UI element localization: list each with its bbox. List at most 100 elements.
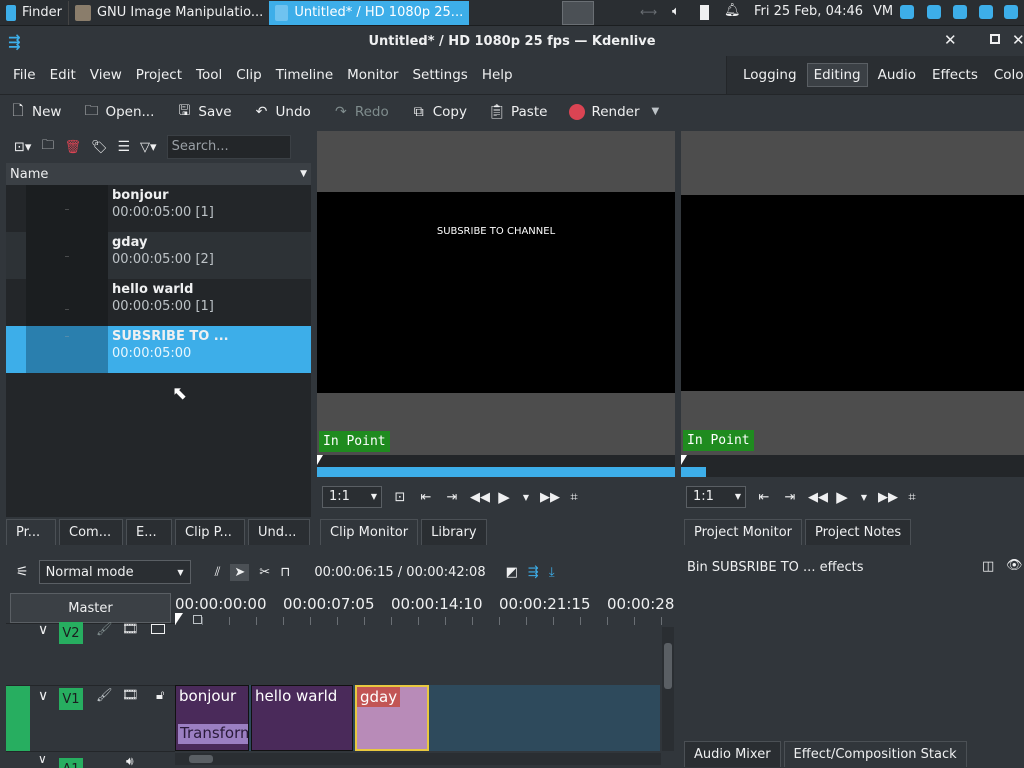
- add-clip-icon[interactable]: ⊡▾: [14, 140, 31, 155]
- play-icon[interactable]: ▶: [496, 488, 512, 506]
- tab-clip-properties[interactable]: Clip P...: [175, 519, 245, 545]
- slip-tool-icon[interactable]: ⊓: [280, 565, 290, 580]
- close-icon[interactable]: ✕: [944, 31, 957, 49]
- film-icon[interactable]: 🎞︎: [122, 622, 139, 637]
- delete-icon[interactable]: 🗑︎: [64, 140, 81, 155]
- bin-clip-row[interactable]: ― bonjour 00:00:05:00 [1]: [6, 185, 311, 232]
- fit-zoom-icon[interactable]: ◩: [506, 565, 518, 580]
- track-name[interactable]: A1: [59, 758, 83, 768]
- effect-label[interactable]: Transform: [178, 724, 248, 744]
- tray-gear-icon[interactable]: [927, 5, 941, 19]
- tab-library[interactable]: Library: [421, 519, 487, 545]
- new-button[interactable]: 🗋 New: [10, 103, 61, 120]
- clock[interactable]: Fri 25 Feb, 04:46: [754, 4, 863, 19]
- layout-audio[interactable]: Audio: [872, 64, 922, 86]
- clip-monitor[interactable]: SUBSRIBE TO CHANNEL In Point: [317, 131, 675, 455]
- project-monitor[interactable]: In Point: [681, 131, 1024, 455]
- speaker-icon[interactable]: 🔊︎: [126, 754, 134, 768]
- menu-edit[interactable]: Edit: [43, 67, 83, 83]
- timeline-ruler[interactable]: 00:00:00:00 00:00:07:05 00:00:14:10 00:0…: [175, 593, 675, 627]
- notification-bell-icon[interactable]: 🔔︎: [724, 3, 741, 18]
- list-view-icon[interactable]: ☰: [117, 139, 130, 155]
- tab-clip-monitor[interactable]: Clip Monitor: [320, 519, 419, 545]
- rewind-icon[interactable]: ◀◀: [470, 490, 490, 505]
- copy-button[interactable]: ⧉ Copy: [411, 104, 467, 120]
- clip-zoom-select[interactable]: 1:1 ▼: [322, 486, 382, 508]
- tab-effect-composition-stack[interactable]: Effect/Composition Stack: [783, 741, 967, 767]
- project-monitor-ruler[interactable]: [681, 455, 1024, 477]
- render-button[interactable]: Render: [569, 103, 640, 120]
- render-menu-arrow-icon[interactable]: ▼: [652, 106, 660, 117]
- layout-logging[interactable]: Logging: [737, 64, 803, 86]
- open-button[interactable]: 🗀 Open...: [83, 103, 154, 120]
- tab-project-monitor[interactable]: Project Monitor: [684, 519, 803, 545]
- layout-effects[interactable]: Effects: [926, 64, 984, 86]
- task-finder[interactable]: Finder: [0, 1, 68, 25]
- track-name[interactable]: V2: [59, 622, 83, 644]
- set-in-icon[interactable]: ⇤: [756, 490, 772, 505]
- set-out-icon[interactable]: ⇥: [444, 490, 460, 505]
- track-area-v1[interactable]: bonjour Transform hello warld gday: [175, 685, 660, 751]
- desktop-pager[interactable]: [562, 1, 594, 25]
- razor-tool-icon[interactable]: ✂: [259, 565, 270, 580]
- menu-settings[interactable]: Settings: [405, 67, 474, 83]
- crop-icon[interactable]: ⌗: [904, 490, 920, 505]
- menu-tool[interactable]: Tool: [189, 67, 229, 83]
- save-button[interactable]: 🖫 Save: [176, 103, 231, 120]
- clip-monitor-ruler[interactable]: [317, 455, 675, 477]
- timeline-clip[interactable]: bonjour Transform: [175, 685, 249, 751]
- collapse-arrow-icon[interactable]: ∨: [38, 688, 48, 704]
- project-zoom-select[interactable]: 1:1 ▼: [686, 486, 746, 508]
- tab-effects[interactable]: E...: [126, 519, 172, 545]
- menu-timeline[interactable]: Timeline: [269, 67, 340, 83]
- menu-project[interactable]: Project: [129, 67, 189, 83]
- maximize-icon[interactable]: [990, 34, 1000, 44]
- track-options-icon[interactable]: ⚟: [16, 564, 29, 580]
- volume-icon[interactable]: 🔈︎: [672, 4, 680, 19]
- set-out-icon[interactable]: ⇥: [782, 490, 798, 505]
- tag-icon[interactable]: 🏷︎: [91, 140, 108, 155]
- collapse-arrow-icon[interactable]: ∨: [38, 622, 48, 638]
- menu-view[interactable]: View: [83, 67, 129, 83]
- overwrite-icon[interactable]: ⤓: [549, 565, 555, 580]
- app-icon[interactable]: ⇶: [8, 33, 21, 51]
- tab-audio-mixer[interactable]: Audio Mixer: [684, 741, 781, 767]
- add-folder-icon[interactable]: 🗀: [41, 136, 54, 158]
- tab-undo-history[interactable]: Und...: [248, 519, 310, 545]
- battery-icon[interactable]: [700, 5, 709, 20]
- paste-button[interactable]: 📋︎ Paste: [488, 104, 547, 120]
- menu-monitor[interactable]: Monitor: [340, 67, 405, 83]
- play-menu-arrow-icon[interactable]: ▼: [860, 493, 868, 502]
- network-icon[interactable]: ⟷: [640, 5, 657, 19]
- timeline-vertical-scrollbar[interactable]: [662, 627, 674, 751]
- forward-icon[interactable]: ▶▶: [540, 490, 560, 505]
- undo-button[interactable]: ↶ Undo: [254, 104, 311, 120]
- monitor-overlay-icon[interactable]: ⊡: [392, 490, 408, 505]
- task-kdenlive[interactable]: Untitled* / HD 1080p 25...: [269, 0, 470, 25]
- redo-button[interactable]: ↷ Redo: [333, 104, 389, 120]
- filter-icon[interactable]: ▽▾: [140, 140, 157, 155]
- track-header-v2[interactable]: ∨ V2 🖌︎ 🎞︎: [6, 622, 175, 685]
- film-icon[interactable]: 🎞︎: [122, 688, 139, 703]
- tab-project-bin[interactable]: Pr...: [6, 519, 56, 545]
- effect-wand-icon[interactable]: 🖌︎: [96, 622, 113, 637]
- bin-column-header[interactable]: Name ▼: [6, 163, 311, 185]
- timeline-horizontal-scrollbar[interactable]: [175, 753, 661, 765]
- rewind-icon[interactable]: ◀◀: [808, 490, 828, 505]
- menu-clip[interactable]: Clip: [229, 67, 269, 83]
- layout-color[interactable]: Color: [988, 64, 1024, 86]
- compare-split-icon[interactable]: ◫: [982, 559, 994, 574]
- tray-gear-icon[interactable]: [1004, 5, 1018, 19]
- timeline-clip-selected[interactable]: gday: [355, 685, 429, 751]
- tray-gear-icon[interactable]: [979, 5, 993, 19]
- edit-mode-select[interactable]: Normal mode ▼: [38, 560, 191, 584]
- timecode-display[interactable]: 00:00:06:15 / 00:00:42:08: [314, 565, 485, 580]
- select-tool-icon[interactable]: ➤: [230, 563, 250, 581]
- track-name[interactable]: V1: [59, 688, 83, 710]
- track-area-v2[interactable]: [175, 627, 660, 685]
- tray-gear-icon[interactable]: [953, 5, 967, 19]
- spacer-tool-icon[interactable]: ⫽: [215, 565, 221, 580]
- bin-clip-row[interactable]: ― gday 00:00:05:00 [2]: [6, 232, 311, 279]
- track-header-v1[interactable]: ∨ V1 🖌︎ 🎞︎ 🔓︎: [6, 685, 175, 752]
- forward-icon[interactable]: ▶▶: [878, 490, 898, 505]
